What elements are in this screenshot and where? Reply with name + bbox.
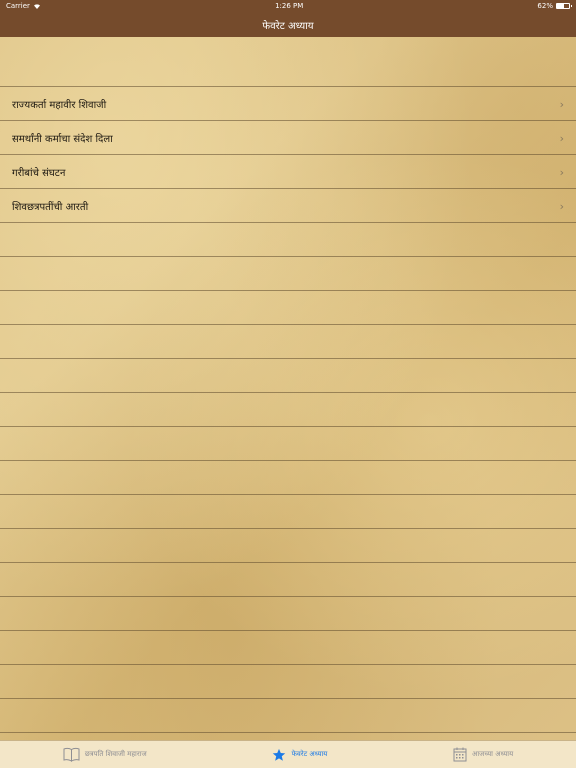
- wifi-icon: [33, 4, 40, 9]
- list-item-label: राज्यकर्ता महावीर शिवाजी: [12, 100, 107, 111]
- list-item[interactable]: राज्यकर्ता महावीर शिवाजी ›: [0, 87, 576, 121]
- chevron-right-icon: ›: [559, 165, 564, 179]
- book-icon: [63, 747, 80, 762]
- list-item[interactable]: समर्थांनी कर्माचा संदेश दिला ›: [0, 121, 576, 155]
- chevron-right-icon: ›: [559, 97, 564, 111]
- tab-label: आजच्या अध्याय: [472, 750, 514, 758]
- status-bar: Carrier 1:26 PM 62%: [0, 0, 576, 12]
- carrier-label: Carrier: [6, 2, 30, 10]
- tab-label: फेवरेट अध्याय: [291, 750, 328, 758]
- paper-background: राज्यकर्ता महावीर शिवाजी › समर्थांनी कर्…: [0, 37, 576, 740]
- nav-bar: फेवरेट अध्याय: [0, 12, 576, 37]
- battery-level-fill: [556, 4, 565, 8]
- chevron-right-icon: ›: [559, 199, 564, 213]
- status-time: 1:26 PM: [275, 2, 304, 10]
- battery-icon: [555, 3, 572, 9]
- battery-percent: 62%: [537, 2, 553, 10]
- favorites-list: राज्यकर्ता महावीर शिवाजी › समर्थांनी कर्…: [0, 87, 576, 223]
- tab-label: छत्रपति शिवाजी महाराज: [84, 750, 147, 758]
- list-item[interactable]: शिवछत्रपतींची आरती ›: [0, 189, 576, 223]
- tab-favorites[interactable]: फेवरेट अध्याय: [272, 748, 327, 762]
- list-item[interactable]: गरीबांचे संघटन ›: [0, 155, 576, 189]
- tab-bar: छत्रपति शिवाजी महाराज फेवरेट अध्याय आजच्…: [0, 740, 576, 768]
- list-item-label: गरीबांचे संघटन: [12, 168, 66, 179]
- page-title: फेवरेट अध्याय: [262, 20, 314, 32]
- star-icon: [273, 748, 286, 761]
- tab-book[interactable]: छत्रपति शिवाजी महाराज: [63, 747, 147, 762]
- tab-today[interactable]: आजच्या अध्याय: [453, 747, 513, 762]
- calendar-icon: [453, 747, 467, 762]
- chevron-right-icon: ›: [559, 131, 564, 145]
- list-item-label: शिवछत्रपतींची आरती: [12, 202, 89, 213]
- list-item-label: समर्थांनी कर्माचा संदेश दिला: [12, 134, 113, 145]
